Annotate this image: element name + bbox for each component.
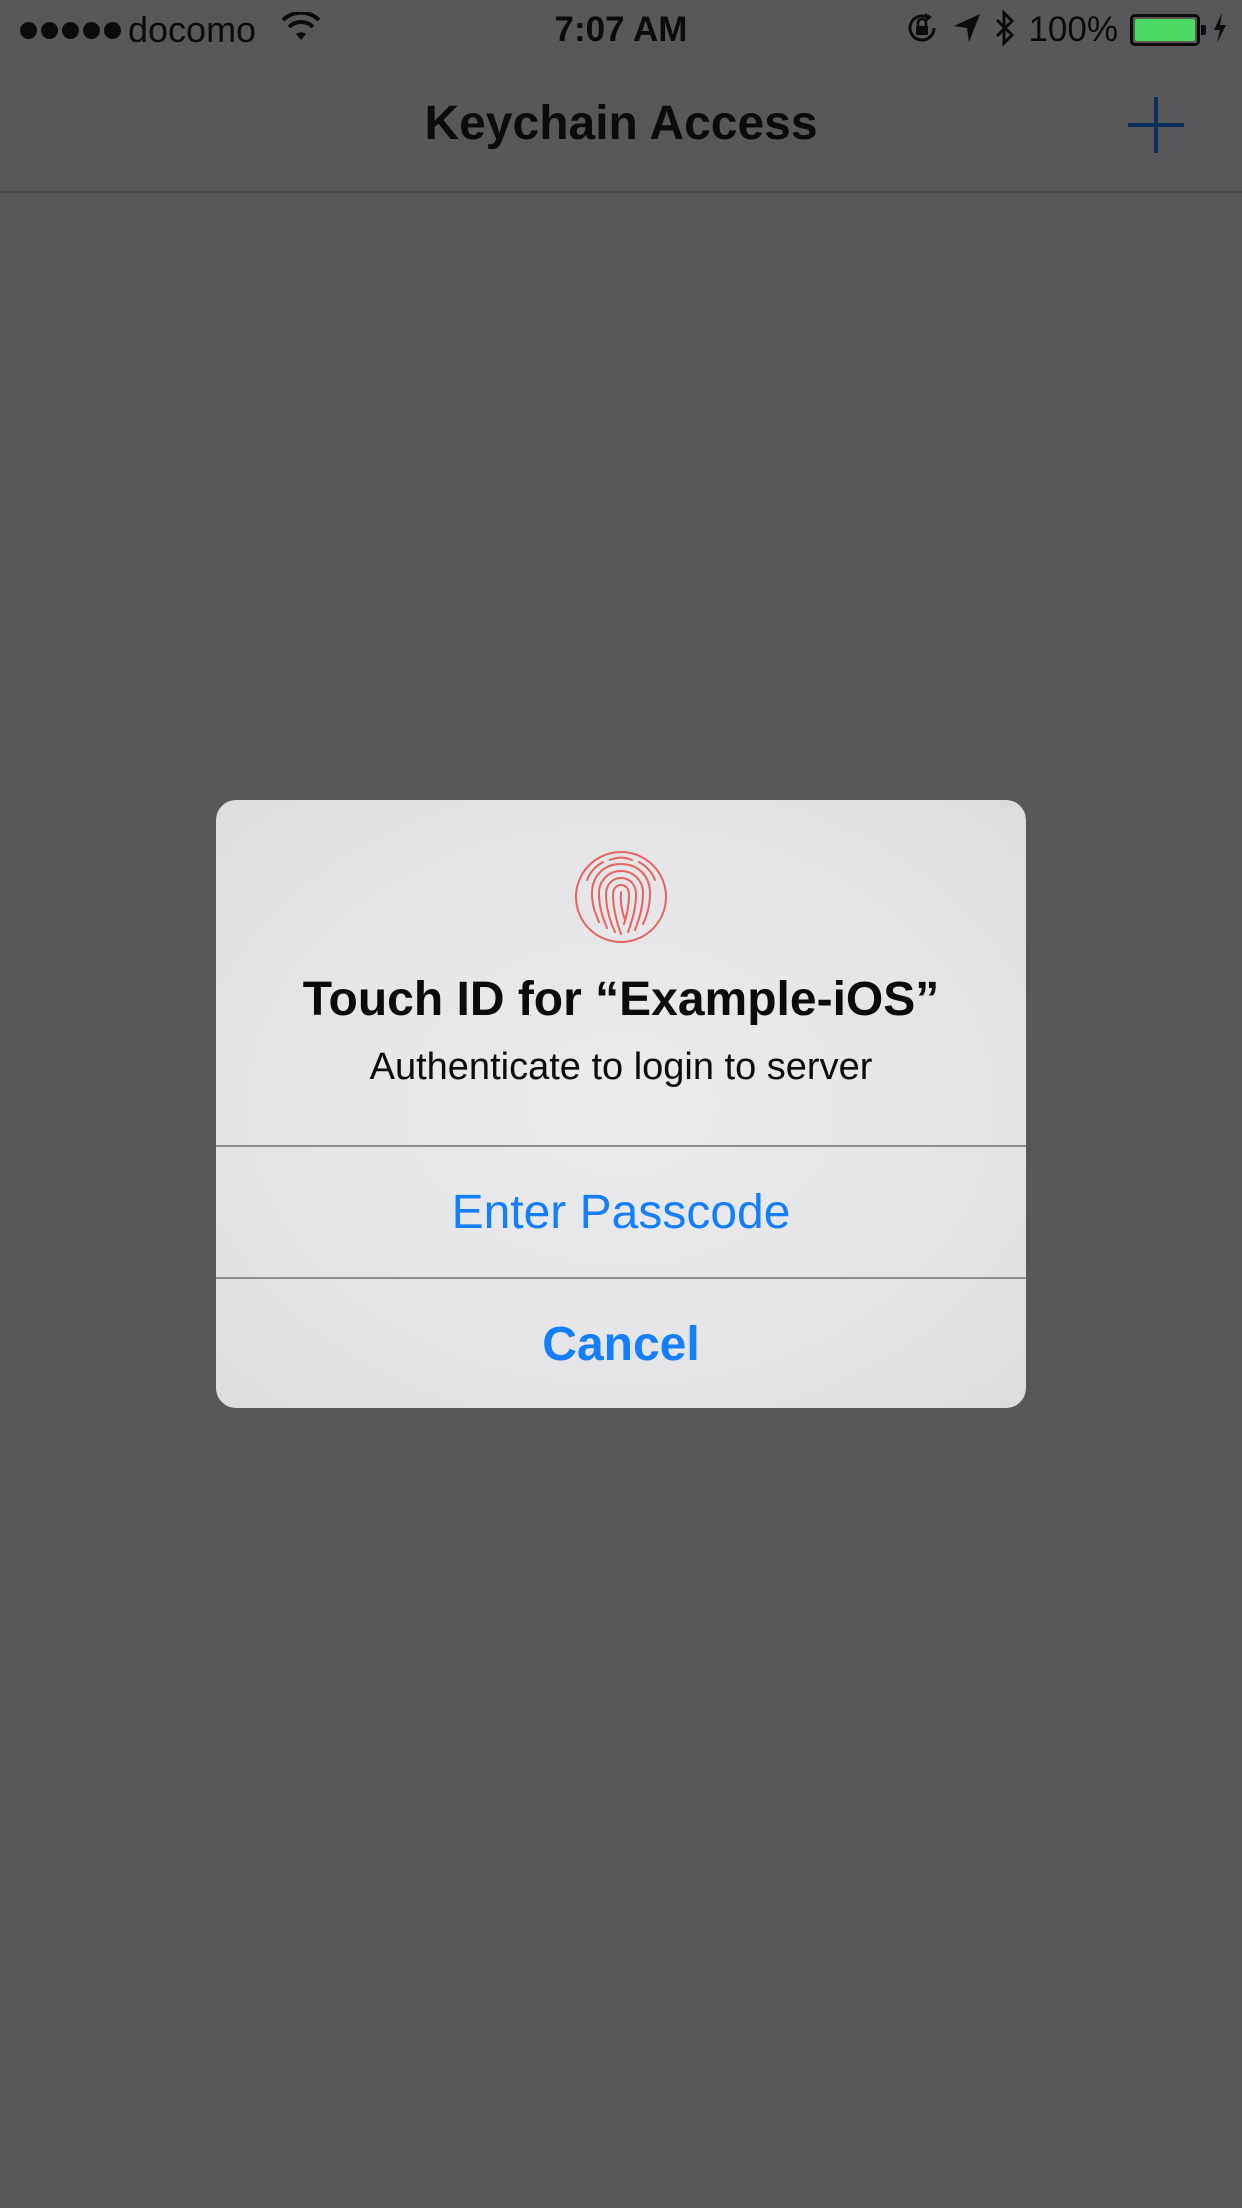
cancel-button[interactable]: Cancel (216, 1279, 1026, 1408)
charging-icon (1212, 12, 1228, 49)
status-right-group: 100% (904, 8, 1228, 51)
battery-percent: 100% (1028, 10, 1118, 49)
alert-body: Touch ID for “Example-iOS” Authenticate … (216, 800, 1026, 1145)
location-arrow-icon (952, 12, 982, 49)
enter-passcode-button[interactable]: Enter Passcode (216, 1147, 1026, 1277)
fingerprint-icon (574, 850, 668, 944)
add-button[interactable] (1128, 97, 1184, 153)
battery-fill (1135, 19, 1195, 41)
bluetooth-icon (994, 8, 1016, 51)
page-title: Keychain Access (424, 97, 818, 150)
alert-title: Touch ID for “Example-iOS” (302, 973, 940, 1026)
rotation-lock-icon (904, 10, 940, 51)
status-bar: docomo 7:07 AM 100% (0, 0, 1242, 60)
touch-id-alert: Touch ID for “Example-iOS” Authenticate … (216, 800, 1026, 1408)
battery-icon (1130, 14, 1206, 46)
alert-message: Authenticate to login to server (369, 1046, 873, 1088)
navigation-bar: Keychain Access (0, 60, 1242, 193)
